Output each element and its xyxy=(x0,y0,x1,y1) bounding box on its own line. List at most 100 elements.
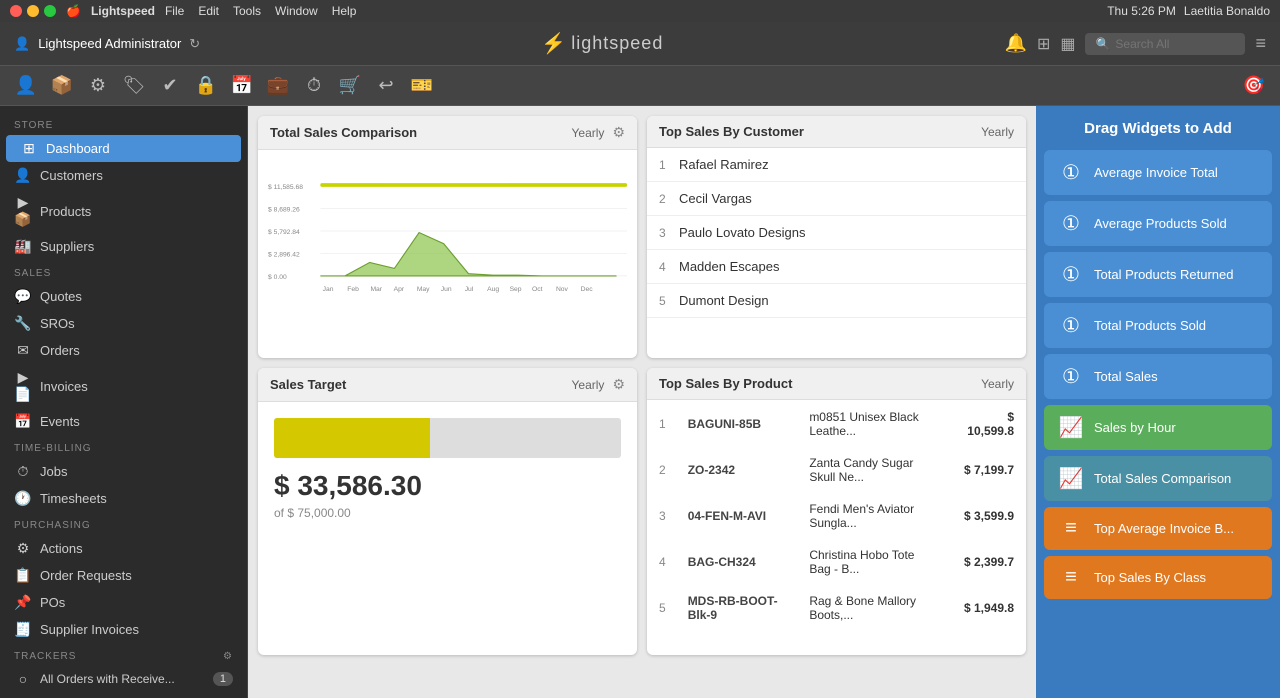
view-icon[interactable]: ▦ xyxy=(1060,34,1075,54)
product-sku-3: 04-FEN-M-AVI xyxy=(678,494,798,538)
menu-window[interactable]: Window xyxy=(275,4,318,18)
close-button[interactable] xyxy=(10,5,22,17)
toolbar-icon-cart[interactable]: 🛒 xyxy=(334,70,366,102)
widget-btn-avg-invoice[interactable]: ① Average Invoice Total xyxy=(1044,150,1272,195)
sidebar-item-tracker-2[interactable]: ○ All Orders with Reque... 16 xyxy=(0,692,247,698)
total-sales-widget: Total Sales Comparison Yearly ⚙ $ 11,585… xyxy=(258,116,637,358)
customer-row-3[interactable]: 3 Paulo Lovato Designs xyxy=(647,216,1026,250)
svg-text:Jul: Jul xyxy=(465,286,474,293)
target-progress-fill xyxy=(274,418,430,458)
logo-text: lightspeed xyxy=(571,33,663,54)
sales-target-widget: Sales Target Yearly ⚙ $ 33,586.30 of $ 7… xyxy=(258,368,637,655)
sidebar-item-order-requests[interactable]: 📋 Order Requests xyxy=(0,562,247,589)
minimize-button[interactable] xyxy=(27,5,39,17)
sidebar-item-suppliers[interactable]: 🏭 Suppliers xyxy=(0,233,247,260)
menu-file[interactable]: File xyxy=(165,4,184,18)
product-name-5: Rag & Bone Mallory Boots,... xyxy=(799,586,948,630)
toolbar-icon-badge[interactable]: 🏷 xyxy=(118,70,150,102)
toolbar-icon-filter[interactable]: 🎯 xyxy=(1238,70,1270,102)
target-goal: of $ 75,000.00 xyxy=(274,506,621,520)
search-input[interactable] xyxy=(1115,37,1235,51)
admin-label-area: 👤 Lightspeed Administrator ↻ xyxy=(14,36,200,52)
widget-btn-total-products[interactable]: ① Total Products Sold xyxy=(1044,303,1272,348)
customer-row-2[interactable]: 2 Cecil Vargas xyxy=(647,182,1026,216)
toolbar-icon-safe[interactable]: 🔒 xyxy=(190,70,222,102)
widget-btn-total-returned[interactable]: ① Total Products Returned xyxy=(1044,252,1272,297)
gear-icon[interactable]: ⚙ xyxy=(223,651,233,662)
sidebar-item-invoices[interactable]: ▶ 📄 Invoices xyxy=(0,364,247,408)
sidebar-item-products[interactable]: ▶ 📦 Products xyxy=(0,189,247,233)
toolbar-icon-clock[interactable]: ⏱ xyxy=(298,70,330,102)
sidebar-item-orders[interactable]: ✉ Orders xyxy=(0,337,247,364)
total-comparison-icon: 📈 xyxy=(1058,466,1084,491)
timesheets-icon: 🕐 xyxy=(14,490,32,507)
search-box[interactable]: 🔍 xyxy=(1085,33,1245,55)
time-display: Thu 5:26 PM xyxy=(1107,4,1176,18)
toolbar-icon-tag[interactable]: 🎫 xyxy=(406,70,438,102)
total-returned-icon: ① xyxy=(1058,262,1084,287)
sidebar-item-customers[interactable]: 👤 Customers xyxy=(0,162,247,189)
sidebar-item-tracker-1[interactable]: ○ All Orders with Receive... 1 xyxy=(0,666,247,692)
avg-invoice-icon: ① xyxy=(1058,160,1084,185)
widget-btn-sales-hour[interactable]: 📈 Sales by Hour xyxy=(1044,405,1272,450)
top-customers-title: Top Sales By Customer xyxy=(659,124,804,139)
sidebar-item-quotes[interactable]: 💬 Quotes xyxy=(0,283,247,310)
sidebar-item-label: Dashboard xyxy=(46,141,110,156)
toolbar-icon-check[interactable]: ✔ xyxy=(154,70,186,102)
customers-icon: 👤 xyxy=(14,167,32,184)
widget-btn-top-avg-invoice[interactable]: ≡ Top Average Invoice B... xyxy=(1044,507,1272,550)
sidebar-item-label: Order Requests xyxy=(40,568,132,583)
title-bar-left: 🍎 Lightspeed File Edit Tools Window Help xyxy=(10,4,356,18)
notification-icon[interactable]: 🔔 xyxy=(1005,33,1027,54)
product-row-4[interactable]: 4 BAG-CH324 Christina Hobo Tote Bag - B.… xyxy=(649,540,1024,584)
total-sales-header-right: Yearly ⚙ xyxy=(572,124,625,141)
toolbar-icon-calendar[interactable]: 📅 xyxy=(226,70,258,102)
total-sales-title: Total Sales Comparison xyxy=(270,125,417,140)
product-row-3[interactable]: 3 04-FEN-M-AVI Fendi Men's Aviator Sungl… xyxy=(649,494,1024,538)
customer-row-4[interactable]: 4 Madden Escapes xyxy=(647,250,1026,284)
maximize-button[interactable] xyxy=(44,5,56,17)
customer-row-1[interactable]: 1 Rafael Ramirez xyxy=(647,148,1026,182)
sidebar-item-dashboard[interactable]: ⊞ Dashboard xyxy=(6,135,241,162)
customer-rank-4: 4 xyxy=(659,260,679,274)
sidebar-item-sros[interactable]: 🔧 SROs xyxy=(0,310,247,337)
sidebar-item-pos[interactable]: 📌 POs xyxy=(0,589,247,616)
sales-target-title: Sales Target xyxy=(270,377,346,392)
total-products-icon: ① xyxy=(1058,313,1084,338)
sidebar-item-events[interactable]: 📅 Events xyxy=(0,408,247,435)
refresh-icon[interactable]: ↻ xyxy=(189,36,200,52)
top-products-header-right: Yearly xyxy=(981,377,1014,391)
top-customers-header-right: Yearly xyxy=(981,125,1014,139)
layout-icon[interactable]: ⊞ xyxy=(1037,34,1050,54)
customer-row-5[interactable]: 5 Dumont Design xyxy=(647,284,1026,318)
svg-text:Jun: Jun xyxy=(441,286,452,293)
widget-btn-top-class[interactable]: ≡ Top Sales By Class xyxy=(1044,556,1272,599)
menu-edit[interactable]: Edit xyxy=(198,4,219,18)
dashboard-icon: ⊞ xyxy=(20,140,38,157)
top-customers-header: Top Sales By Customer Yearly xyxy=(647,116,1026,148)
toolbar-icon-person[interactable]: 👤 xyxy=(10,70,42,102)
sidebar-item-jobs[interactable]: ⏱ Jobs xyxy=(0,458,247,485)
sidebar-item-label: Quotes xyxy=(40,289,82,304)
toolbar-icon-briefcase[interactable]: 💼 xyxy=(262,70,294,102)
sidebar-item-timesheets[interactable]: 🕐 Timesheets xyxy=(0,485,247,512)
toolbar-icon-return[interactable]: ↩ xyxy=(370,70,402,102)
toolbar: 👤 📦 ⚙ 🏷 ✔ 🔒 📅 💼 ⏱ 🛒 ↩ 🎫 🎯 xyxy=(0,66,1280,106)
settings-icon[interactable]: ≡ xyxy=(1255,33,1266,54)
svg-text:May: May xyxy=(417,286,430,293)
app-header: 👤 Lightspeed Administrator ↻ ⚡ lightspee… xyxy=(0,22,1280,66)
sales-target-gear[interactable]: ⚙ xyxy=(612,376,625,393)
sidebar-item-actions[interactable]: ⚙ Actions xyxy=(0,535,247,562)
total-sales-gear[interactable]: ⚙ xyxy=(612,124,625,141)
product-row-2[interactable]: 2 ZO-2342 Zanta Candy Sugar Skull Ne... … xyxy=(649,448,1024,492)
menu-help[interactable]: Help xyxy=(332,4,357,18)
menu-tools[interactable]: Tools xyxy=(233,4,261,18)
widget-btn-avg-products[interactable]: ① Average Products Sold xyxy=(1044,201,1272,246)
product-row-1[interactable]: 1 BAGUNI-85B m0851 Unisex Black Leathe..… xyxy=(649,402,1024,446)
sidebar-item-supplier-invoices[interactable]: 🧾 Supplier Invoices xyxy=(0,616,247,643)
toolbar-icon-settings[interactable]: ⚙ xyxy=(82,70,114,102)
product-row-5[interactable]: 5 MDS-RB-BOOT-Blk-9 Rag & Bone Mallory B… xyxy=(649,586,1024,630)
widget-btn-total-comparison[interactable]: 📈 Total Sales Comparison xyxy=(1044,456,1272,501)
toolbar-icon-box[interactable]: 📦 xyxy=(46,70,78,102)
widget-btn-total-sales[interactable]: ① Total Sales xyxy=(1044,354,1272,399)
